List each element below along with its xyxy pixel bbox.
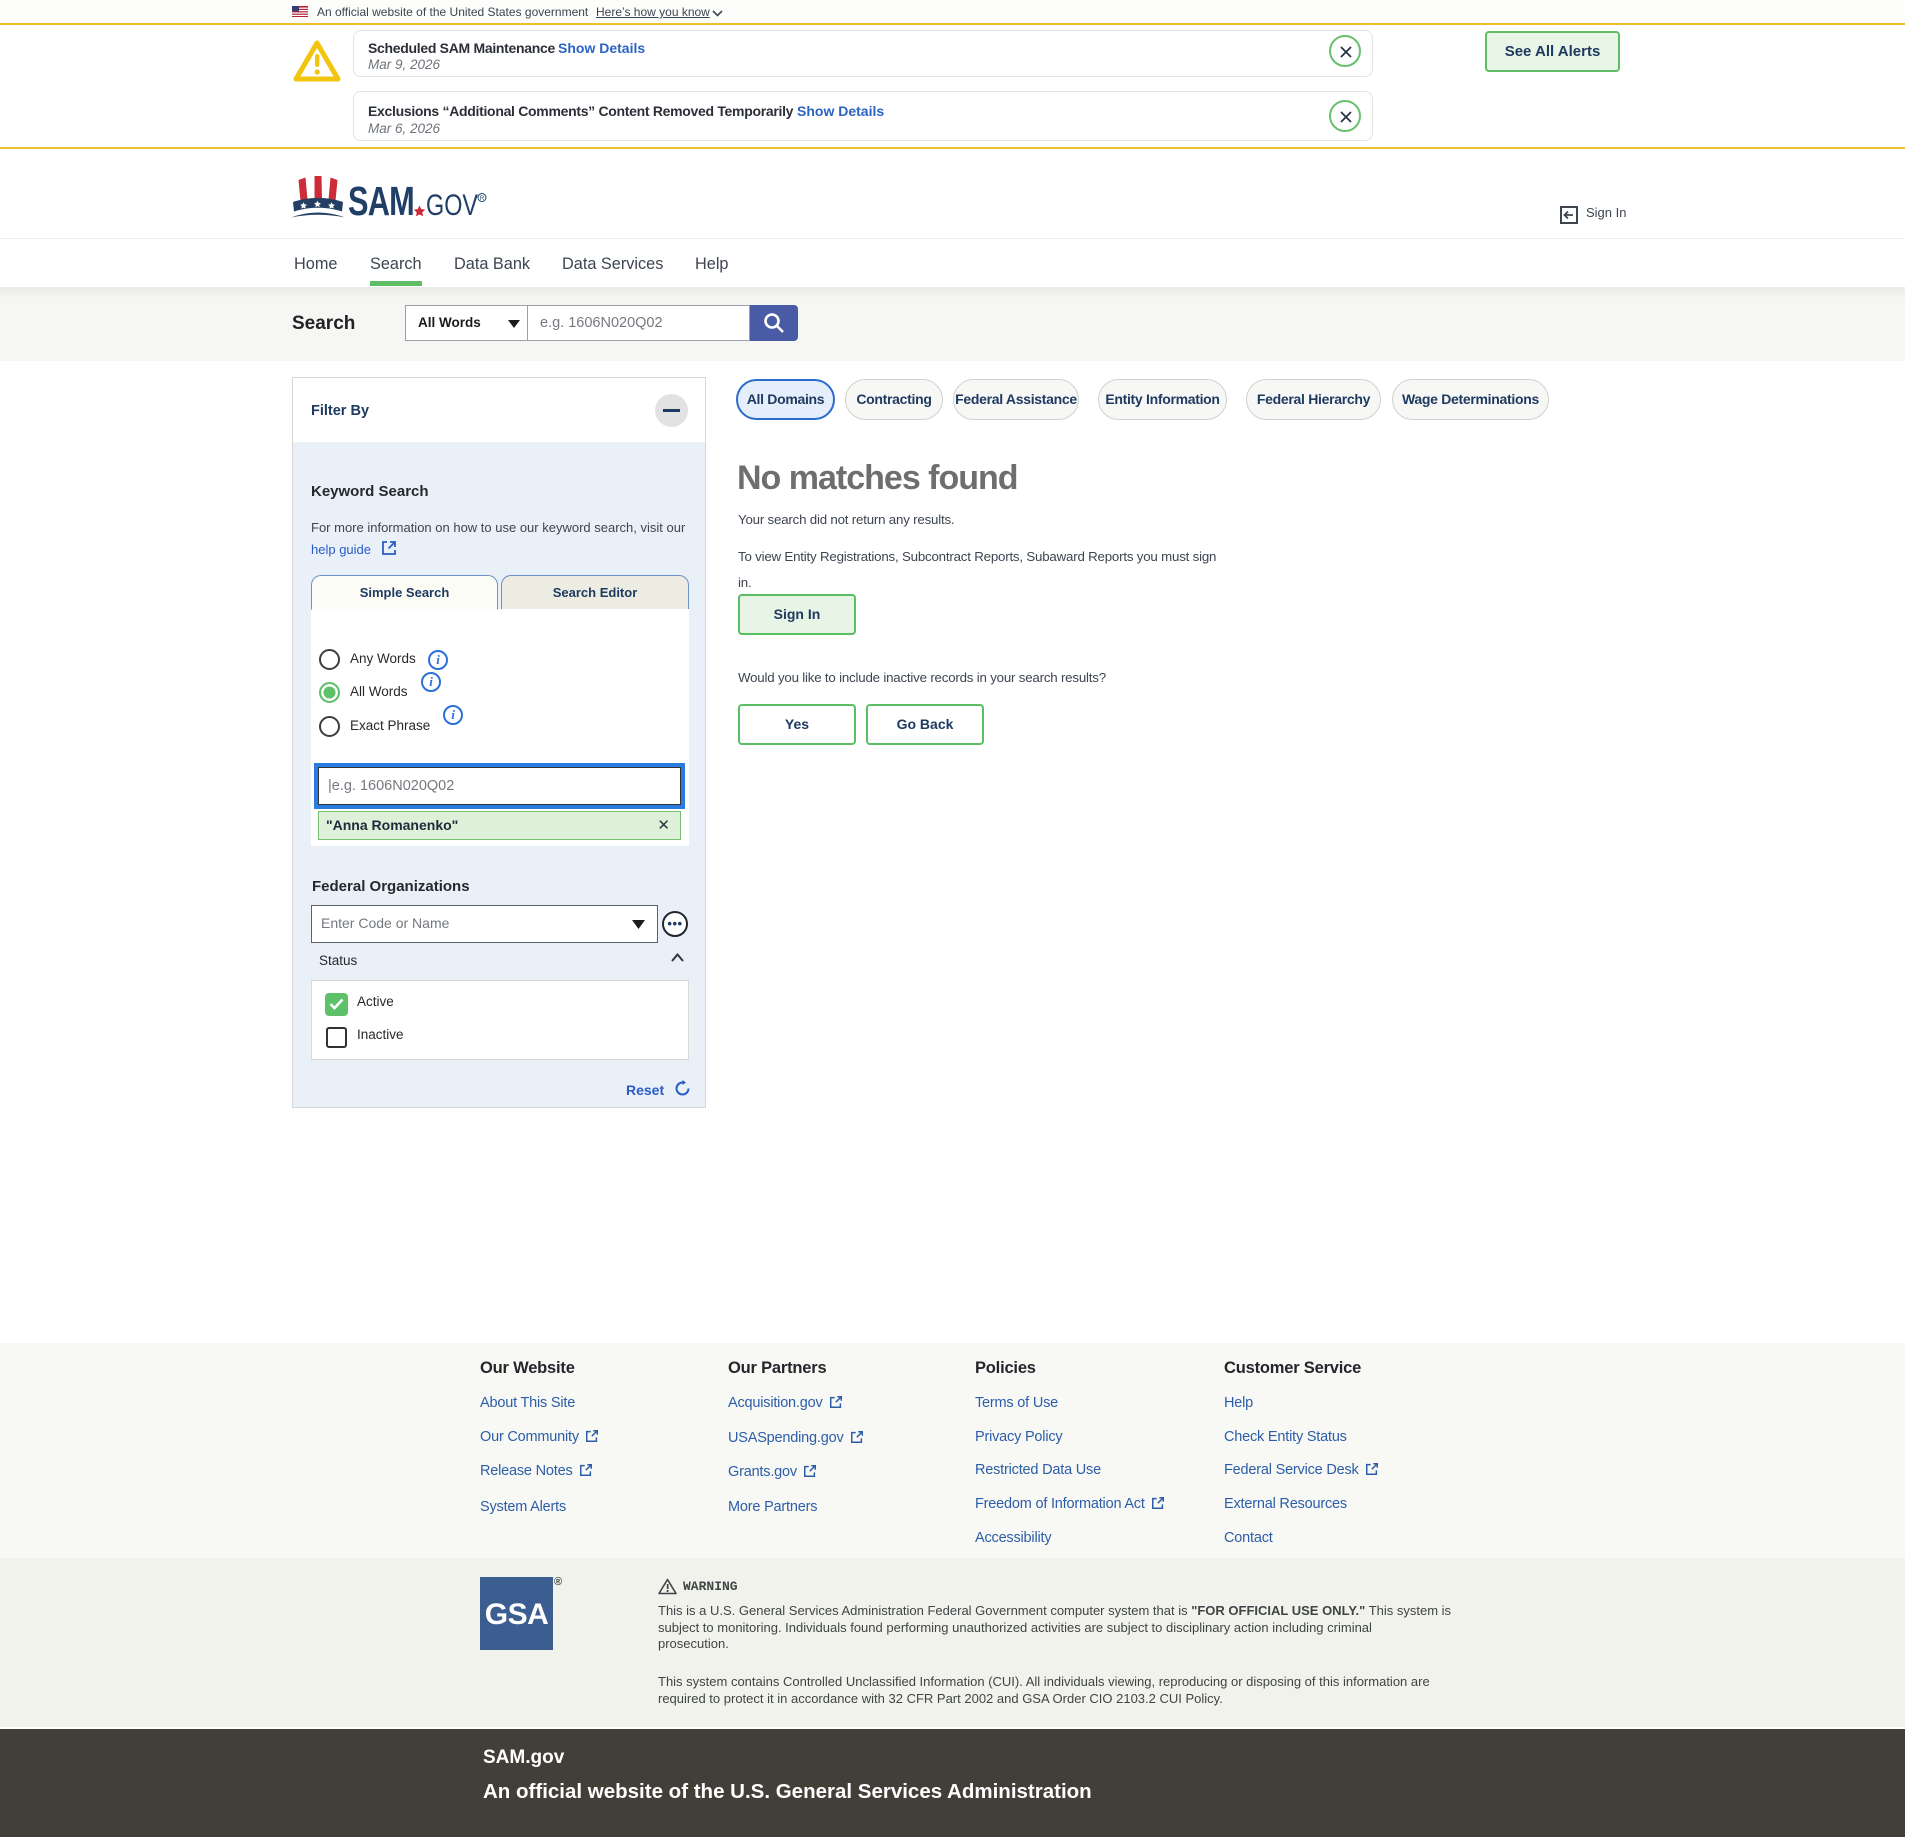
svg-text:GOV: GOV (426, 189, 478, 222)
svg-text:R: R (480, 196, 485, 202)
svg-text:SAM: SAM (348, 178, 414, 222)
